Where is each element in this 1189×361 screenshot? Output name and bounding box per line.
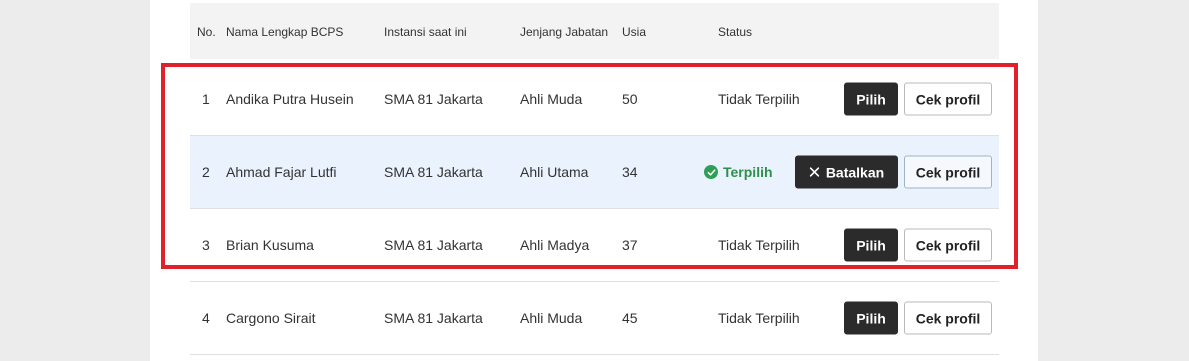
- row-status-selected: Terpilih: [704, 164, 773, 180]
- status-label: Terpilih: [723, 164, 773, 180]
- row-name: Andika Putra Husein: [226, 91, 354, 107]
- candidate-table: No. Nama Lengkap BCPS Instansi saat ini …: [190, 3, 999, 355]
- cek-profil-button[interactable]: Cek profil: [904, 155, 992, 189]
- header-no: No.: [197, 25, 216, 39]
- pilih-button[interactable]: Pilih: [844, 82, 898, 116]
- batalkan-button[interactable]: Batalkan: [795, 155, 898, 189]
- close-icon: [809, 164, 820, 180]
- table-row: 2 Ahmad Fajar Lutfi SMA 81 Jakarta Ahli …: [190, 136, 999, 209]
- row-jenjang: Ahli Madya: [520, 237, 590, 253]
- header-usia: Usia: [622, 25, 647, 39]
- table-row: 3 Brian Kusuma SMA 81 Jakarta Ahli Madya…: [190, 209, 999, 282]
- batalkan-label: Batalkan: [825, 164, 885, 180]
- row-jenjang: Ahli Muda: [520, 310, 583, 326]
- pilih-button[interactable]: Pilih: [844, 228, 898, 262]
- row-status: Tidak Terpilih: [718, 237, 800, 253]
- row-usia: 34: [622, 164, 638, 180]
- row-status: Tidak Terpilih: [718, 310, 800, 326]
- row-instansi: SMA 81 Jakarta: [384, 310, 483, 326]
- row-number: 3: [202, 237, 210, 253]
- table-row: 1 Andika Putra Husein SMA 81 Jakarta Ahl…: [190, 63, 999, 136]
- row-instansi: SMA 81 Jakarta: [384, 237, 483, 253]
- row-instansi: SMA 81 Jakarta: [384, 91, 483, 107]
- header-status: Status: [718, 25, 753, 39]
- header-name: Nama Lengkap BCPS: [226, 25, 344, 39]
- row-number: 2: [202, 164, 210, 180]
- check-circle-icon: [704, 165, 718, 179]
- pilih-button[interactable]: Pilih: [844, 301, 898, 335]
- row-jenjang: Ahli Utama: [520, 164, 589, 180]
- row-instansi: SMA 81 Jakarta: [384, 164, 483, 180]
- table-row: 4 Cargono Sirait SMA 81 Jakarta Ahli Mud…: [190, 282, 999, 355]
- row-jenjang: Ahli Muda: [520, 91, 583, 107]
- row-usia: 50: [622, 91, 638, 107]
- cek-profil-button[interactable]: Cek profil: [904, 301, 992, 335]
- cek-profil-button[interactable]: Cek profil: [904, 228, 992, 262]
- row-number: 1: [202, 91, 210, 107]
- table-header: No. Nama Lengkap BCPS Instansi saat ini …: [190, 3, 999, 59]
- row-number: 4: [202, 310, 210, 326]
- candidate-panel: No. Nama Lengkap BCPS Instansi saat ini …: [150, 0, 1038, 361]
- row-name: Ahmad Fajar Lutfi: [226, 164, 337, 180]
- header-jenjang: Jenjang Jabatan: [520, 25, 609, 39]
- cek-profil-button[interactable]: Cek profil: [904, 82, 992, 116]
- header-instansi: Instansi saat ini: [384, 25, 467, 39]
- row-status: Tidak Terpilih: [718, 91, 800, 107]
- row-usia: 37: [622, 237, 638, 253]
- row-name: Cargono Sirait: [226, 310, 316, 326]
- row-usia: 45: [622, 310, 638, 326]
- row-name: Brian Kusuma: [226, 237, 314, 253]
